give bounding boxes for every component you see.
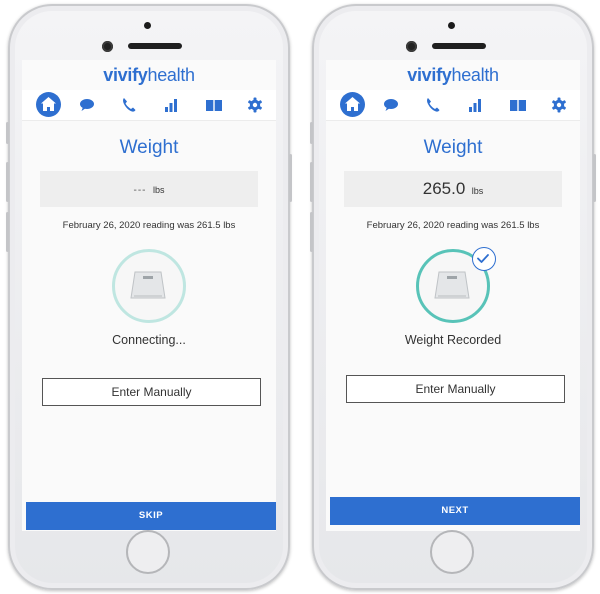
volume-down-button xyxy=(310,212,313,252)
enter-manually-button[interactable]: Enter Manually xyxy=(346,375,565,403)
nav-home-button[interactable] xyxy=(340,92,365,117)
book-icon[interactable] xyxy=(508,96,528,114)
logo-text-vivify: vivify xyxy=(407,65,452,85)
home-icon xyxy=(345,97,360,111)
phone-frame-left: vivifyhealth Weight --- lbs February 26,… xyxy=(6,4,292,590)
scale-icon xyxy=(434,271,470,299)
volume-up-button xyxy=(6,162,9,202)
chat-icon[interactable] xyxy=(78,96,96,114)
front-camera xyxy=(102,41,113,52)
vivify-health-logo: vivifyhealth xyxy=(22,60,276,90)
previous-reading: February 26, 2020 reading was 261.5 lbs xyxy=(62,220,236,231)
previous-reading: February 26, 2020 reading was 261.5 lbs xyxy=(366,220,540,231)
nav-bar xyxy=(326,90,580,121)
home-icon xyxy=(41,97,56,111)
app-screen-left: vivifyhealth Weight --- lbs February 26,… xyxy=(22,60,276,531)
checkmark-icon xyxy=(476,253,489,263)
chat-icon[interactable] xyxy=(382,96,400,114)
front-camera xyxy=(406,41,417,52)
sensor-dot xyxy=(144,22,151,29)
weight-unit: lbs xyxy=(471,186,484,196)
phone-icon[interactable] xyxy=(424,96,442,114)
bar-chart-icon[interactable] xyxy=(466,96,484,114)
weight-display: --- lbs xyxy=(40,171,258,207)
recording-status: Weight Recorded xyxy=(404,333,502,347)
weight-display: 265.0 lbs xyxy=(344,171,562,207)
scale-indicator xyxy=(112,249,186,323)
book-icon[interactable] xyxy=(204,96,224,114)
weight-unit: lbs xyxy=(152,185,165,195)
scale-icon xyxy=(130,271,166,299)
page-title: Weight xyxy=(423,137,483,158)
nav-bar xyxy=(22,90,276,121)
weight-value: 265.0 xyxy=(422,179,466,198)
scale-indicator xyxy=(416,247,496,323)
phone-icon[interactable] xyxy=(120,96,138,114)
connection-status: Connecting... xyxy=(112,333,186,347)
phone-frame-right: vivifyhealth Weight 265.0 lbs February 2… xyxy=(310,4,596,590)
skip-button[interactable]: SKIP xyxy=(26,502,276,530)
mute-switch xyxy=(6,122,9,144)
gear-icon[interactable] xyxy=(246,96,264,114)
logo-text-health: health xyxy=(451,65,499,85)
home-hardware-button[interactable] xyxy=(430,530,474,574)
gear-icon[interactable] xyxy=(550,96,568,114)
bar-chart-icon[interactable] xyxy=(162,96,180,114)
mute-switch xyxy=(310,122,313,144)
logo-text-vivify: vivify xyxy=(103,65,148,85)
recorded-check-badge xyxy=(472,247,496,271)
vivify-health-logo: vivifyhealth xyxy=(326,60,580,90)
power-button xyxy=(289,154,292,202)
nav-home-button[interactable] xyxy=(36,92,61,117)
weight-placeholder: --- xyxy=(133,185,147,196)
power-button xyxy=(593,154,596,202)
app-screen-right: vivifyhealth Weight 265.0 lbs February 2… xyxy=(326,60,580,531)
next-button[interactable]: NEXT xyxy=(330,497,580,525)
earpiece-speaker xyxy=(432,43,486,49)
page-title: Weight xyxy=(119,137,179,158)
enter-manually-button[interactable]: Enter Manually xyxy=(42,378,261,406)
earpiece-speaker xyxy=(128,43,182,49)
logo-text-health: health xyxy=(147,65,195,85)
sensor-dot xyxy=(448,22,455,29)
home-hardware-button[interactable] xyxy=(126,530,170,574)
volume-up-button xyxy=(310,162,313,202)
volume-down-button xyxy=(6,212,9,252)
